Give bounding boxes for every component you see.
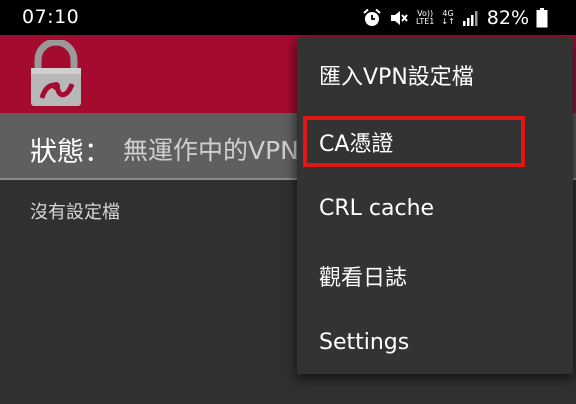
status-bar: 07:10 Vo)) LTE1 4G ↓↑ 82% (0, 0, 576, 35)
status-time: 07:10 (22, 6, 80, 28)
screen: 07:10 Vo)) LTE1 4G ↓↑ 82% 狀態： 無運作中的VPN 沒… (0, 0, 576, 404)
signal-icon (462, 9, 480, 27)
menu-item-crl-cache[interactable]: CRL cache (297, 175, 573, 242)
menu-item-settings[interactable]: Settings (297, 309, 573, 376)
status-value: 無運作中的VPN (123, 136, 298, 165)
network-arrows-text: ↓↑ (441, 17, 455, 26)
menu-item-import-profile[interactable]: 匯入VPN設定檔 (297, 41, 573, 108)
battery-icon (536, 8, 548, 28)
openvpn-lock-logo-icon (28, 38, 84, 108)
overflow-menu: 匯入VPN設定檔 CA憑證 CRL cache 觀看日誌 Settings (297, 37, 573, 374)
status-icons: Vo)) LTE1 4G ↓↑ 82% (362, 5, 548, 31)
alarm-icon (362, 8, 382, 28)
volte-indicator: Vo)) LTE1 (416, 10, 434, 26)
menu-item-view-log[interactable]: 觀看日誌 (297, 242, 573, 309)
status-label: 狀態： (30, 137, 111, 168)
network-type-indicator: 4G ↓↑ (441, 10, 454, 26)
empty-profiles-text: 沒有設定檔 (30, 202, 120, 223)
mute-icon (389, 8, 409, 28)
battery-percent: 82% (486, 7, 529, 29)
highlight-annotation-box (303, 116, 525, 167)
volte-bottom-text: LTE1 (415, 17, 435, 26)
